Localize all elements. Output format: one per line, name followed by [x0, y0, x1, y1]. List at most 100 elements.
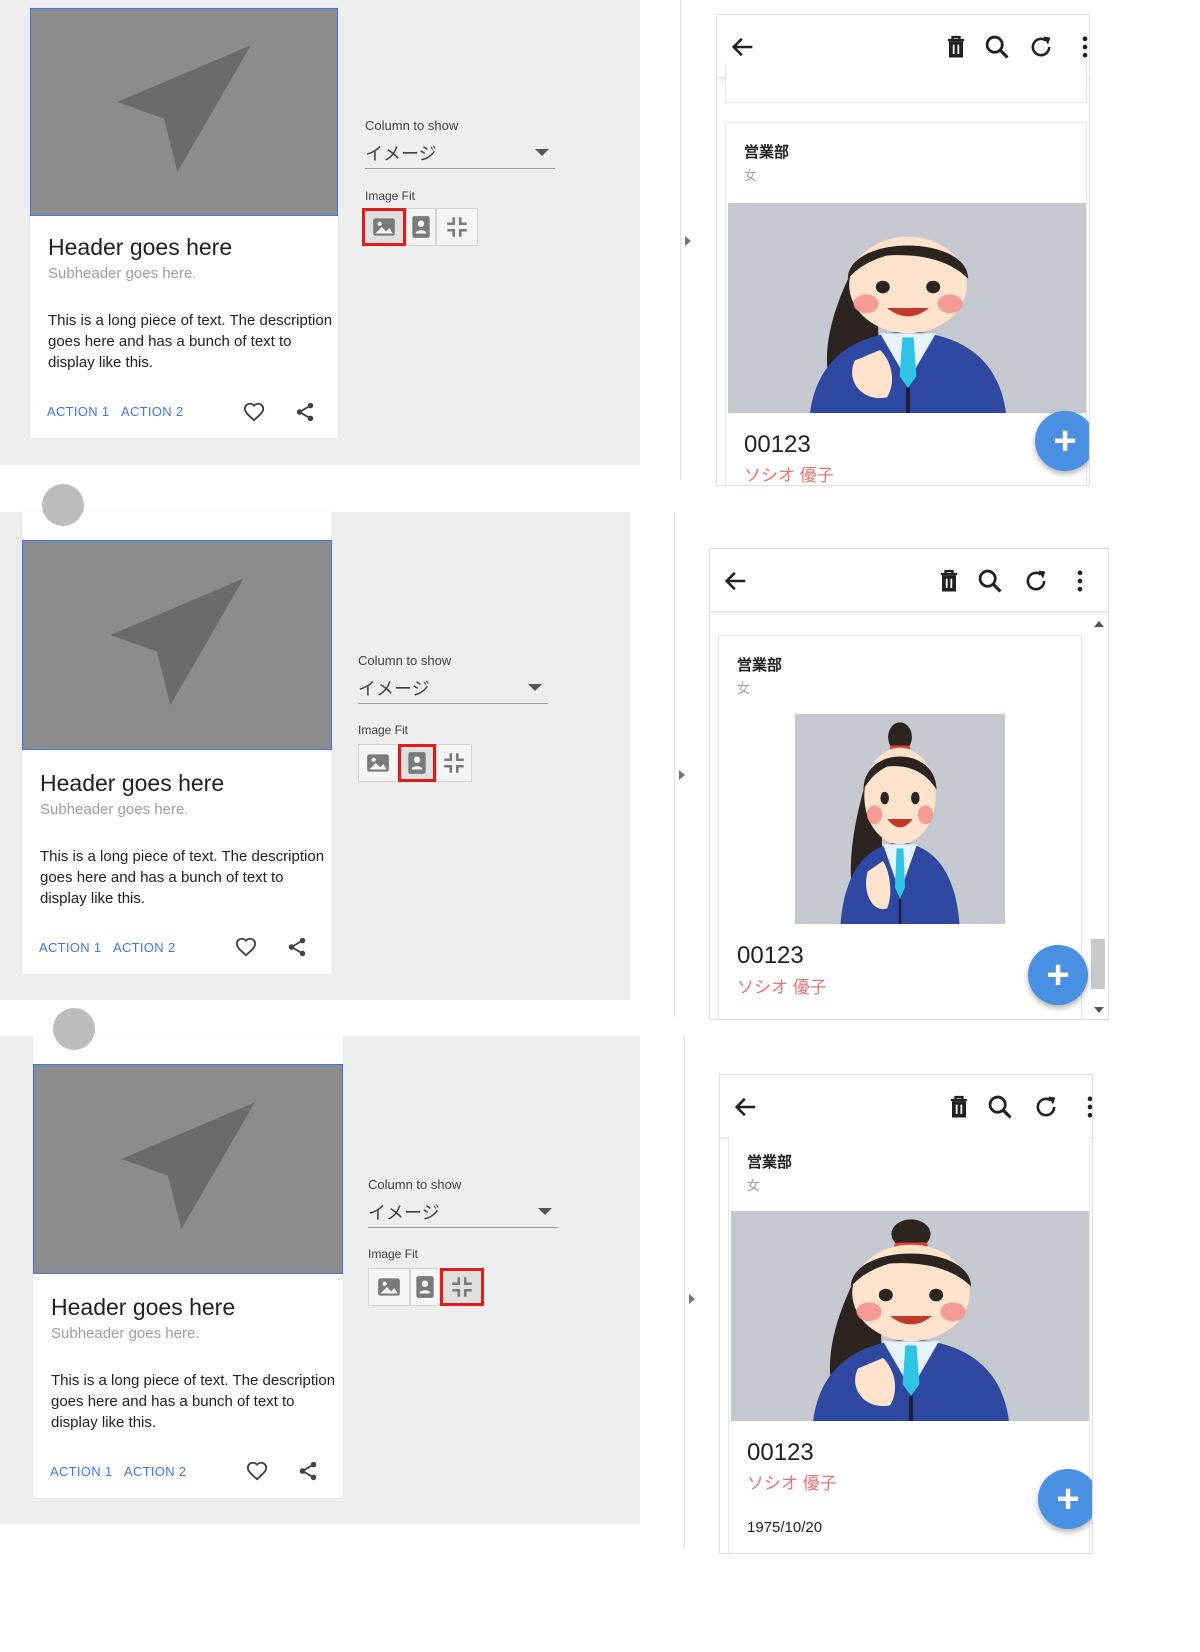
- card-preview: Header goes here Subheader goes here. Th…: [30, 8, 338, 438]
- column-select[interactable]: イメージ: [365, 138, 555, 169]
- fit-cover-button[interactable]: [440, 1268, 484, 1306]
- employee-name-text: ソシオ 優子: [744, 466, 834, 485]
- record-card[interactable]: 営業部 女 00123 ソシオ 優子: [718, 635, 1082, 1019]
- action-2-link[interactable]: ACTION 2: [113, 940, 175, 955]
- card-description: This is a long piece of text. The descri…: [48, 312, 333, 371]
- employee-photo: [731, 1211, 1089, 1421]
- fit-contain-button[interactable]: [406, 208, 436, 246]
- fit-fill-button[interactable]: [362, 208, 406, 246]
- record-card[interactable]: 営業部 女 00123 ソシオ 優子 1975/10/20: [728, 1137, 1090, 1553]
- department-text: 営業部: [744, 144, 790, 161]
- column-select-value: イメージ: [368, 1203, 440, 1223]
- heart-icon[interactable]: [246, 1460, 268, 1482]
- fit-contain-button[interactable]: [410, 1268, 440, 1306]
- app-bar: [710, 549, 1108, 612]
- image-fit-label: Image Fit: [368, 1247, 419, 1261]
- action-1-link[interactable]: ACTION 1: [47, 404, 109, 419]
- collapse-arrow-icon[interactable]: [679, 770, 685, 780]
- scrollbar-thumb[interactable]: [1091, 939, 1105, 989]
- refresh-icon[interactable]: [1032, 1093, 1060, 1121]
- plus-icon: +: [1056, 1477, 1080, 1521]
- employee-name-text: ソシオ 優子: [737, 978, 827, 997]
- share-icon[interactable]: [294, 401, 316, 423]
- card-preview: Header goes here Subheader goes here. Th…: [33, 1008, 343, 1498]
- action-1-link[interactable]: ACTION 1: [39, 940, 101, 955]
- fit-cover-button[interactable]: [436, 744, 472, 782]
- more-vert-icon[interactable]: [1066, 567, 1094, 595]
- card-media: [30, 8, 338, 216]
- phone-preview: 営業部 女 00123 ソシオ 優子 +: [716, 14, 1090, 486]
- column-to-show-label: Column to show: [368, 1177, 462, 1192]
- card-description: This is a long piece of text. The descri…: [40, 848, 325, 907]
- app-bar: [720, 1075, 1092, 1138]
- collapse-arrow-icon[interactable]: [685, 236, 691, 246]
- divider: [674, 512, 675, 1017]
- add-fab[interactable]: +: [1028, 945, 1088, 1005]
- trash-icon[interactable]: [935, 567, 963, 595]
- action-2-link[interactable]: ACTION 2: [121, 404, 183, 419]
- column-select[interactable]: イメージ: [358, 673, 548, 704]
- search-icon[interactable]: [976, 567, 1004, 595]
- portrait-icon: [412, 1274, 438, 1300]
- avatar: [53, 1008, 95, 1050]
- phone-preview: 営業部 女 00123 ソシオ 優子 +: [709, 548, 1109, 1020]
- dropdown-arrow-icon: [535, 149, 549, 156]
- more-vert-icon[interactable]: [1076, 1093, 1093, 1121]
- employee-photo: [795, 714, 1005, 924]
- arrow-left-icon[interactable]: [722, 567, 750, 595]
- trash-icon[interactable]: [945, 1093, 973, 1121]
- card-description: This is a long piece of text. The descri…: [51, 1372, 336, 1431]
- previous-record-card: [725, 63, 1087, 103]
- refresh-icon[interactable]: [1027, 33, 1055, 61]
- image-fit-label: Image Fit: [358, 723, 409, 737]
- heart-icon[interactable]: [235, 936, 257, 958]
- plus-icon: +: [1053, 419, 1077, 463]
- heart-icon[interactable]: [243, 401, 265, 423]
- add-fab[interactable]: +: [1038, 1469, 1092, 1529]
- arrow-left-icon[interactable]: [732, 1093, 760, 1121]
- image-fit-toggle: [368, 1268, 484, 1306]
- divider: [680, 0, 681, 480]
- employee-name-text: ソシオ 優子: [747, 1474, 837, 1493]
- image-icon: [376, 1274, 402, 1300]
- add-fab[interactable]: +: [1035, 411, 1089, 471]
- refresh-icon[interactable]: [1022, 567, 1050, 595]
- more-vert-icon[interactable]: [1071, 33, 1090, 61]
- department-text: 営業部: [747, 1154, 793, 1171]
- birth-date-text: 1975/10/20: [747, 1519, 823, 1536]
- scroll-down-arrow-icon[interactable]: [1094, 1007, 1104, 1013]
- record-card[interactable]: 営業部 女 00123 ソシオ 優子: [725, 122, 1087, 485]
- search-icon[interactable]: [986, 1093, 1014, 1121]
- share-icon[interactable]: [297, 1460, 319, 1482]
- image-icon: [365, 750, 391, 776]
- card-media: [22, 540, 332, 750]
- trash-icon[interactable]: [942, 33, 970, 61]
- search-icon[interactable]: [983, 33, 1011, 61]
- column-select[interactable]: イメージ: [368, 1197, 558, 1228]
- column-select-value: イメージ: [358, 679, 430, 699]
- dropdown-arrow-icon: [538, 1208, 552, 1215]
- scroll-up-arrow-icon[interactable]: [1094, 621, 1104, 627]
- fit-contain-button[interactable]: [398, 744, 436, 782]
- employee-illustration: [771, 1211, 1051, 1421]
- card-media: [33, 1064, 343, 1274]
- collapse-arrow-icon[interactable]: [689, 1294, 695, 1304]
- employee-photo: [728, 203, 1086, 413]
- avatar: [42, 484, 84, 526]
- card-header: Header goes here: [40, 770, 225, 796]
- plus-icon: +: [1046, 953, 1070, 997]
- share-icon[interactable]: [286, 936, 308, 958]
- fit-fill-button[interactable]: [368, 1268, 410, 1306]
- panel-fill: Header goes here Subheader goes here. Th…: [0, 0, 1200, 545]
- employee-illustration: [768, 203, 1048, 413]
- action-2-link[interactable]: ACTION 2: [124, 1464, 186, 1479]
- fit-cover-button[interactable]: [436, 208, 478, 246]
- arrow-left-icon[interactable]: [729, 33, 757, 61]
- image-fit-label: Image Fit: [365, 189, 416, 203]
- phone-preview: 営業部 女 00123 ソシオ 優子 1975/10/20 +: [719, 1074, 1093, 1554]
- employee-id-text: 00123: [747, 1439, 814, 1466]
- action-1-link[interactable]: ACTION 1: [50, 1464, 112, 1479]
- fit-fill-button[interactable]: [358, 744, 398, 782]
- portrait-icon: [404, 750, 430, 776]
- card-header: Header goes here: [48, 234, 233, 260]
